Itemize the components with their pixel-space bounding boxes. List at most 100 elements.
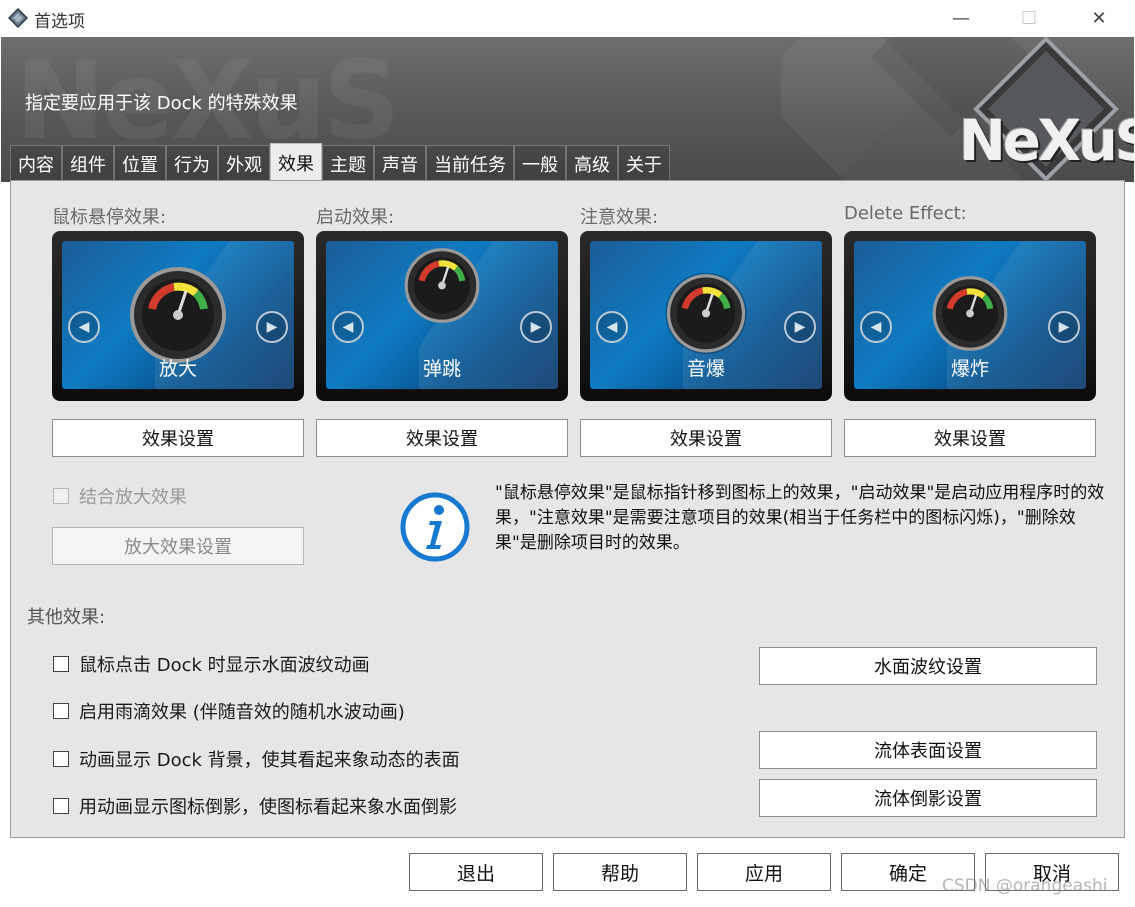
- effect-preview-screen: ◀ ▶ 爆炸: [854, 241, 1086, 389]
- zoom-settings-button[interactable]: 放大效果设置: [52, 527, 304, 565]
- tab-themes[interactable]: 主题: [322, 145, 374, 181]
- checkbox-label: 结合放大效果: [79, 487, 187, 508]
- chevron-right-icon: ▶: [266, 319, 278, 335]
- apply-button[interactable]: 应用: [697, 853, 831, 891]
- tab-behavior[interactable]: 行为: [166, 145, 218, 181]
- tab-bar: 内容 组件 位置 行为 外观 效果 主题 声音 当前任务 一般 高级 关于: [10, 143, 670, 181]
- tab-sounds[interactable]: 声音: [374, 145, 426, 181]
- checkbox-box[interactable]: [53, 798, 69, 814]
- effect-name: 爆炸: [950, 358, 989, 380]
- tab-components[interactable]: 组件: [62, 145, 114, 181]
- effect-label: 启动效果:: [316, 207, 395, 228]
- gauge-icon: [404, 248, 480, 323]
- close-icon: ✕: [1091, 8, 1107, 29]
- checkbox-label: 用动画显示图标倒影，使图标看起来象水面倒影: [79, 797, 457, 818]
- ripple-settings-button[interactable]: 水面波纹设置: [759, 647, 1097, 685]
- tab-label: 一般: [522, 154, 558, 176]
- checkbox-label: 鼠标点击 Dock 时显示水面波纹动画: [79, 655, 370, 676]
- ripple-on-click-checkbox[interactable]: 鼠标点击 Dock 时显示水面波纹动画: [53, 651, 370, 677]
- other-effects-title: 其他效果:: [27, 607, 106, 628]
- next-effect-button[interactable]: ▶: [256, 311, 288, 343]
- chevron-right-icon: ▶: [1058, 319, 1070, 335]
- tab-running-tasks[interactable]: 当前任务: [426, 145, 514, 181]
- effect-name: 音爆: [686, 358, 725, 380]
- csdn-watermark: CSDN @orangeashi: [942, 876, 1108, 896]
- effects-panel: 鼠标悬停效果: ◀ ▶ 放大 启动效果: ◀ ▶ 弹跳 注意效果: ◀ ▶ 音爆…: [10, 180, 1125, 838]
- effect-label: Delete Effect:: [844, 203, 967, 224]
- checkbox-label: 动画显示 Dock 背景，使其看起来象动态的表面: [79, 750, 460, 771]
- delete-effect-settings-button[interactable]: 效果设置: [844, 419, 1096, 457]
- launch-effect-group: 启动效果: ◀ ▶ 弹跳: [316, 203, 568, 401]
- exit-button[interactable]: 退出: [409, 853, 543, 891]
- tab-effects[interactable]: 效果: [270, 143, 322, 181]
- chevron-left-icon: ◀: [342, 319, 354, 335]
- attention-effect-group: 注意效果: ◀ ▶ 音爆: [580, 203, 832, 401]
- previous-effect-button[interactable]: ◀: [596, 311, 628, 343]
- gauge-icon: [932, 276, 1008, 351]
- info-icon: [400, 492, 470, 562]
- checkbox-box[interactable]: [53, 488, 69, 504]
- tab-label: 位置: [122, 154, 158, 176]
- checkbox-box[interactable]: [53, 656, 69, 672]
- tab-label: 关于: [626, 154, 662, 176]
- info-description: "鼠标悬停效果"是鼠标指针移到图标上的效果，"启动效果"是启动应用程序时的效果，…: [495, 483, 1105, 553]
- close-button[interactable]: ✕: [1064, 0, 1134, 37]
- checkbox-box[interactable]: [53, 703, 69, 719]
- next-effect-button[interactable]: ▶: [520, 311, 552, 343]
- effect-preview-screen: ◀ ▶ 放大: [62, 241, 294, 389]
- tab-label: 高级: [574, 154, 610, 176]
- attention-effect-settings-button[interactable]: 效果设置: [580, 419, 832, 457]
- fluid-reflection-settings-button[interactable]: 流体倒影设置: [759, 779, 1097, 817]
- checkbox-box[interactable]: [53, 751, 69, 767]
- minimize-button[interactable]: —: [926, 0, 996, 37]
- checkbox-label: 启用雨滴效果 (伴随音效的随机水波动画): [79, 702, 405, 723]
- title-bar: 首选项 — ☐ ✕: [0, 0, 1135, 37]
- effect-preview: ◀ ▶ 音爆: [580, 231, 832, 401]
- tab-label: 组件: [70, 154, 106, 176]
- animated-reflection-checkbox[interactable]: 用动画显示图标倒影，使图标看起来象水面倒影: [53, 793, 457, 819]
- tab-label: 声音: [382, 154, 418, 176]
- effect-preview: ◀ ▶ 爆炸: [844, 231, 1096, 401]
- next-effect-button[interactable]: ▶: [1048, 311, 1080, 343]
- effect-name: 弹跳: [422, 358, 461, 380]
- previous-effect-button[interactable]: ◀: [68, 311, 100, 343]
- tab-label: 效果: [278, 153, 314, 175]
- delete-effect-group: Delete Effect: ◀ ▶ 爆炸: [844, 203, 1096, 401]
- nexus-logo-text: NeXuS: [959, 109, 1134, 174]
- chevron-right-icon: ▶: [530, 319, 542, 335]
- gauge-icon: [665, 272, 747, 355]
- tab-label: 外观: [226, 154, 262, 176]
- hover-effect-settings-button[interactable]: 效果设置: [52, 419, 304, 457]
- effect-preview: ◀ ▶ 放大: [52, 231, 304, 401]
- previous-effect-button[interactable]: ◀: [332, 311, 364, 343]
- tab-label: 当前任务: [434, 154, 506, 176]
- next-effect-button[interactable]: ▶: [784, 311, 816, 343]
- raindrops-checkbox[interactable]: 启用雨滴效果 (伴随音效的随机水波动画): [53, 698, 405, 724]
- tab-label: 行为: [174, 154, 210, 176]
- launch-effect-settings-button[interactable]: 效果设置: [316, 419, 568, 457]
- maximize-icon: ☐: [1020, 8, 1038, 29]
- effect-label: 注意效果:: [580, 207, 659, 228]
- tab-position[interactable]: 位置: [114, 145, 166, 181]
- window-title: 首选项: [34, 12, 85, 32]
- help-button[interactable]: 帮助: [553, 853, 687, 891]
- app-icon: [8, 8, 28, 28]
- effect-preview-screen: ◀ ▶ 弹跳: [326, 241, 558, 389]
- tab-general[interactable]: 一般: [514, 145, 566, 181]
- tab-content[interactable]: 内容: [10, 145, 62, 181]
- chevron-left-icon: ◀: [606, 319, 618, 335]
- animated-background-checkbox[interactable]: 动画显示 Dock 背景，使其看起来象动态的表面: [53, 746, 460, 772]
- tab-label: 内容: [18, 154, 54, 176]
- tab-advanced[interactable]: 高级: [566, 145, 618, 181]
- tab-appearance[interactable]: 外观: [218, 145, 270, 181]
- effect-preview-screen: ◀ ▶ 音爆: [590, 241, 822, 389]
- tab-label: 主题: [330, 154, 366, 176]
- effect-preview: ◀ ▶ 弹跳: [316, 231, 568, 401]
- tab-about[interactable]: 关于: [618, 145, 670, 181]
- fluid-surface-settings-button[interactable]: 流体表面设置: [759, 731, 1097, 769]
- chevron-right-icon: ▶: [794, 319, 806, 335]
- maximize-button[interactable]: ☐: [994, 0, 1064, 37]
- previous-effect-button[interactable]: ◀: [860, 311, 892, 343]
- combine-zoom-checkbox[interactable]: 结合放大效果: [53, 483, 187, 509]
- hover-effect-group: 鼠标悬停效果: ◀ ▶ 放大: [52, 203, 304, 401]
